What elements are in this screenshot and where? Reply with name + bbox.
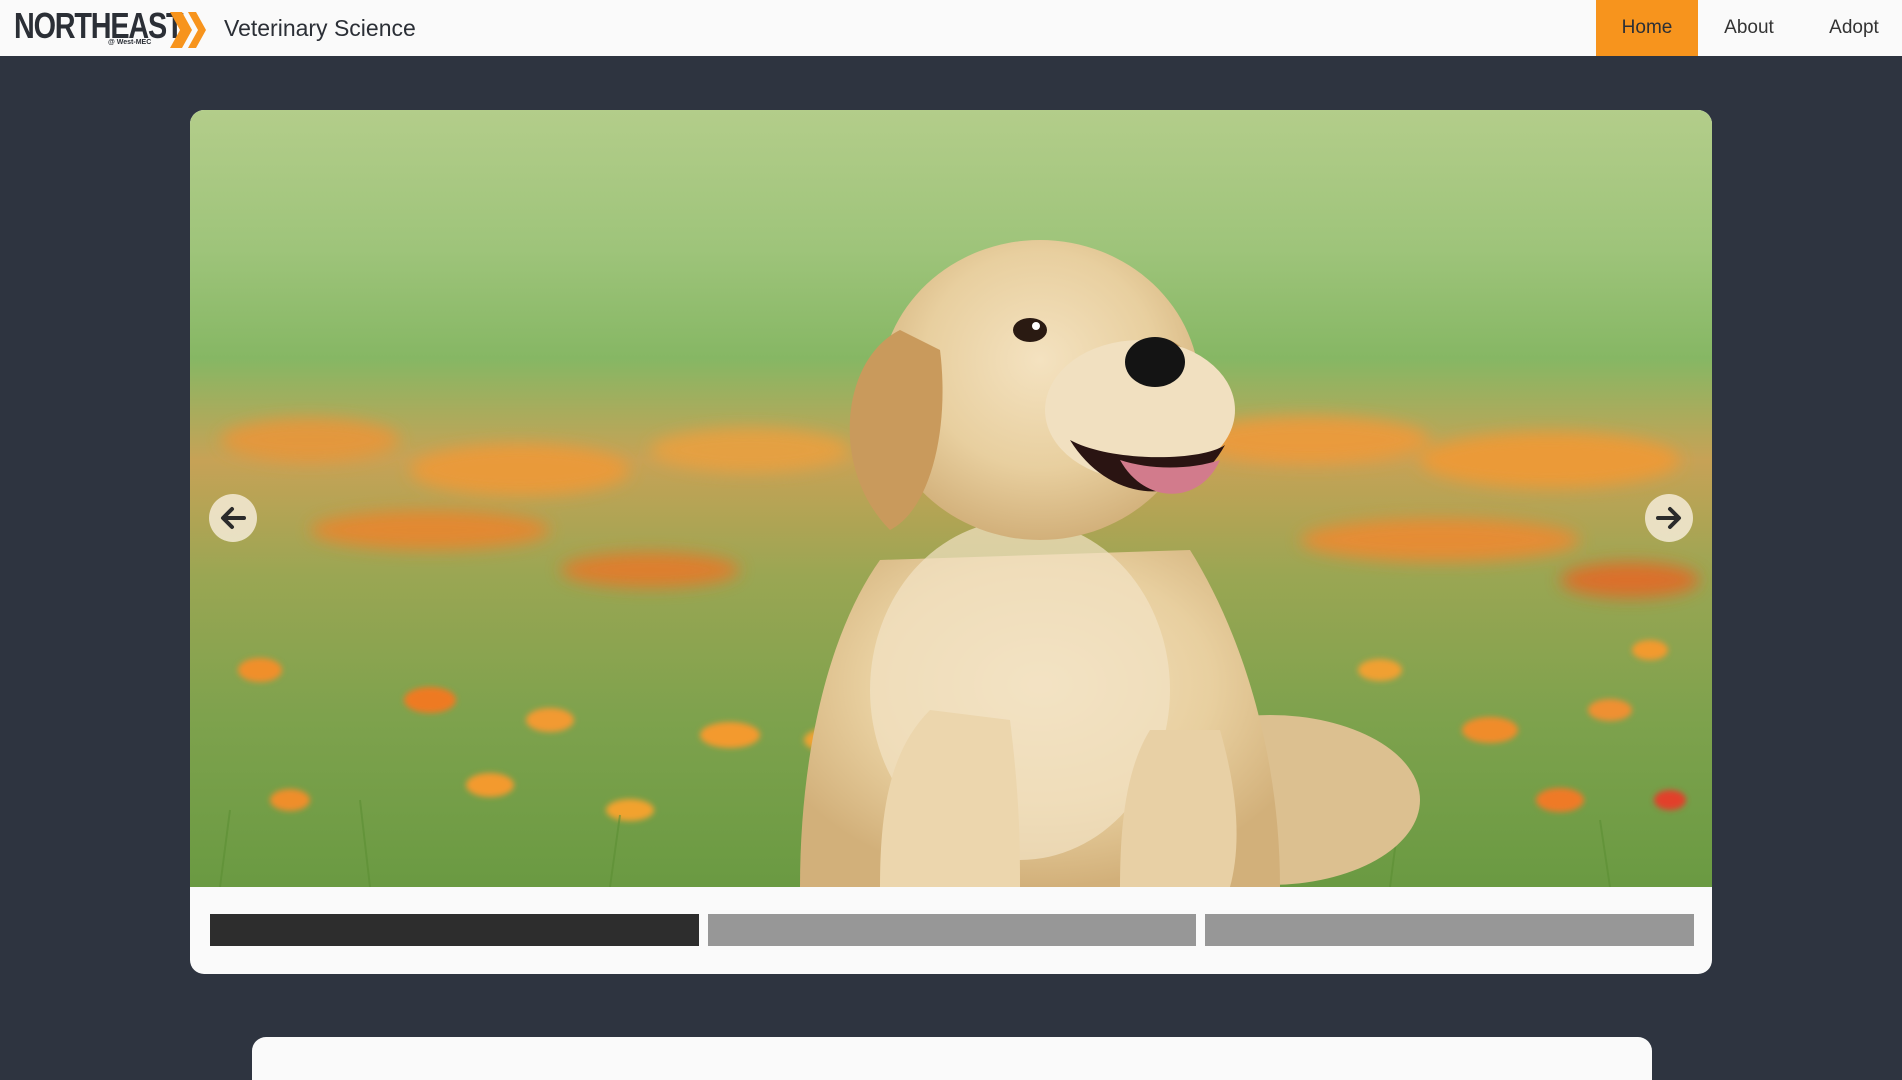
carousel-indicators <box>210 914 1695 946</box>
top-navbar: NORTHEAST @ West-MEC Veterinary Science … <box>0 0 1902 56</box>
puppy-photo <box>190 110 1712 887</box>
logo-subtext: @ West-MEC <box>108 39 152 46</box>
arrow-right-icon <box>1656 507 1681 529</box>
carousel-indicator-1[interactable] <box>210 914 699 946</box>
northeast-logo[interactable]: NORTHEAST @ West-MEC <box>14 5 206 50</box>
site-title: Veterinary Science <box>224 15 416 41</box>
carousel-next-button[interactable] <box>1645 494 1693 542</box>
carousel-indicator-3[interactable] <box>1205 914 1695 946</box>
logo-chevron-icon <box>170 12 206 48</box>
content-card <box>252 1037 1652 1080</box>
nav-home[interactable]: Home <box>1596 0 1698 56</box>
nav-adopt[interactable]: Adopt <box>1800 0 1902 56</box>
main-nav: Home About Adopt <box>1596 0 1902 56</box>
carousel-slide <box>190 110 1712 887</box>
image-carousel <box>190 110 1712 974</box>
carousel-prev-button[interactable] <box>209 494 257 542</box>
arrow-left-icon <box>221 507 246 529</box>
logo-wordmark: NORTHEAST <box>14 5 184 46</box>
nav-about[interactable]: About <box>1698 0 1800 56</box>
carousel-indicator-2[interactable] <box>707 914 1197 946</box>
